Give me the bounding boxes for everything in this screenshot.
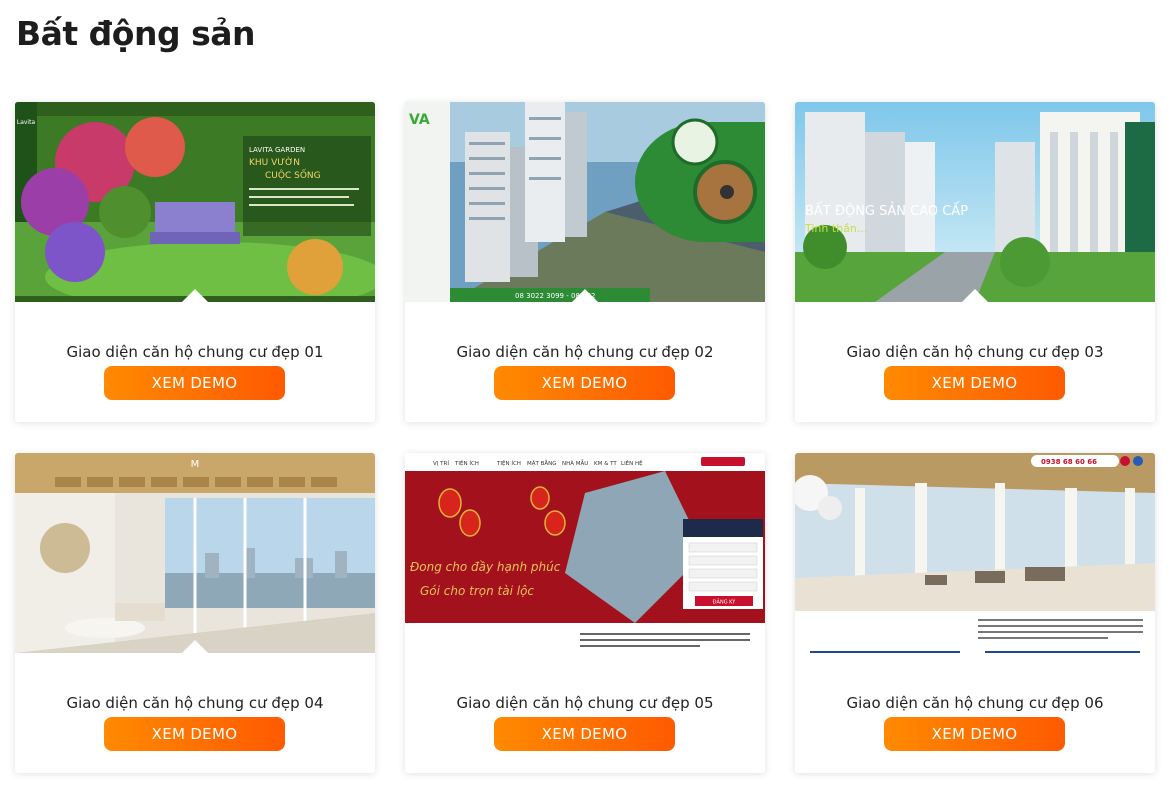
card-title: Giao diện căn hộ chung cư đẹp 04	[66, 694, 324, 712]
card-title: Giao diện căn hộ chung cư đẹp 06	[846, 694, 1104, 712]
svg-text:NHÀ MẪU: NHÀ MẪU	[562, 459, 588, 467]
svg-text:TIỆN ÍCH: TIỆN ÍCH	[454, 459, 479, 467]
svg-text:VA: VA	[409, 112, 430, 128]
card-title: Giao diện căn hộ chung cư đẹp 05	[456, 694, 714, 712]
thumbnail-pointer	[181, 289, 209, 303]
svg-text:LAVITA GARDEN: LAVITA GARDEN	[249, 146, 305, 154]
view-demo-button[interactable]: XEM DEMO	[104, 717, 285, 751]
template-card-06[interactable]: 0938 68 60 66 Giao diện căn hộ chung cư …	[795, 453, 1155, 773]
svg-text:BẤT ĐỘNG SẢN CAO CẤP: BẤT ĐỘNG SẢN CAO CẤP	[805, 202, 968, 219]
view-demo-button[interactable]: XEM DEMO	[494, 366, 675, 400]
view-demo-button[interactable]: XEM DEMO	[104, 366, 285, 400]
template-card-02[interactable]: VA 08 3022 3099 - 08 302 Giao diện căn h…	[405, 102, 765, 422]
thumbnail-pointer	[181, 640, 209, 654]
svg-text:MẶT BẰNG: MẶT BẰNG	[527, 459, 557, 467]
svg-text:KM & TT: KM & TT	[594, 461, 617, 467]
svg-text:Tinh thần...: Tinh thần...	[804, 222, 867, 235]
template-card-05[interactable]: VỊ TRÍ TIỆN ÍCH TIỆN ÍCH MẶT BẰNG NHÀ MẪ…	[405, 453, 765, 773]
svg-text:VỊ TRÍ: VỊ TRÍ	[433, 460, 449, 467]
svg-text:Gói cho trọn tài lộc: Gói cho trọn tài lộc	[420, 584, 534, 598]
view-demo-button[interactable]: XEM DEMO	[884, 717, 1065, 751]
svg-text:Lavita: Lavita	[17, 119, 36, 126]
template-thumbnail[interactable]: VỊ TRÍ TIỆN ÍCH TIỆN ÍCH MẶT BẰNG NHÀ MẪ…	[405, 453, 765, 653]
svg-text:0938 68 60 66: 0938 68 60 66	[1041, 458, 1097, 466]
template-thumbnail[interactable]: M	[15, 453, 375, 653]
view-demo-button[interactable]: XEM DEMO	[884, 366, 1065, 400]
template-card-04[interactable]: M Giao diện căn hộ chung cư đẹp 04 XEM D…	[15, 453, 375, 773]
thumbnail-pointer	[961, 289, 989, 303]
template-card-01[interactable]: Lavita LAVITA GARDEN KHU VƯỜN CUỘC SỐNG …	[15, 102, 375, 422]
page-title: Bất động sản	[16, 14, 256, 53]
template-thumbnail[interactable]: 0938 68 60 66	[795, 453, 1155, 653]
svg-text:ĐĂNG KÝ: ĐĂNG KÝ	[713, 599, 737, 606]
template-thumbnail[interactable]: VA 08 3022 3099 - 08 302	[405, 102, 765, 302]
svg-text:M: M	[191, 459, 200, 470]
view-demo-button[interactable]: XEM DEMO	[494, 717, 675, 751]
card-title: Giao diện căn hộ chung cư đẹp 03	[846, 343, 1104, 361]
template-thumbnail[interactable]: BẤT ĐỘNG SẢN CAO CẤP Tinh thần...	[795, 102, 1155, 302]
card-title: Giao diện căn hộ chung cư đẹp 01	[66, 343, 324, 361]
template-thumbnail[interactable]: Lavita LAVITA GARDEN KHU VƯỜN CUỘC SỐNG	[15, 102, 375, 302]
svg-text:Đong cho đầy hạnh phúc: Đong cho đầy hạnh phúc	[410, 560, 561, 574]
svg-text:KHU VƯỜN: KHU VƯỜN	[249, 156, 300, 168]
template-card-03[interactable]: BẤT ĐỘNG SẢN CAO CẤP Tinh thần... Giao d…	[795, 102, 1155, 422]
card-title: Giao diện căn hộ chung cư đẹp 02	[456, 343, 714, 361]
thumbnail-pointer	[571, 289, 599, 303]
svg-text:LIÊN HỆ: LIÊN HỆ	[621, 459, 643, 467]
svg-text:TIỆN ÍCH: TIỆN ÍCH	[496, 459, 521, 467]
